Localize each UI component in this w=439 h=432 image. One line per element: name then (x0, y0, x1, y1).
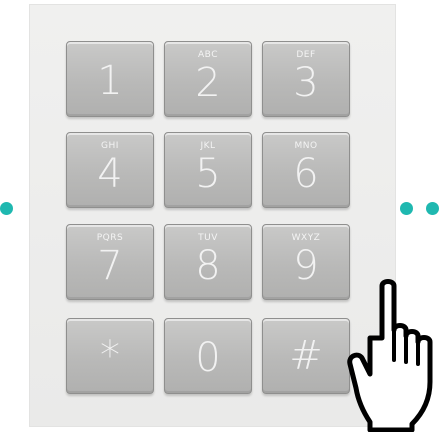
key-letters: DEF (296, 50, 316, 60)
key-digit: 8 (195, 243, 221, 289)
key-digit: 0 (195, 335, 221, 381)
key-0[interactable]: 0 (164, 318, 252, 394)
accent-dot-left (0, 202, 13, 215)
key-letters: TUV (198, 233, 218, 243)
key-2[interactable]: ABC 2 (164, 41, 252, 117)
key-7[interactable]: PQRS 7 (66, 224, 154, 300)
key-hash[interactable]: # (262, 318, 350, 394)
key-4[interactable]: GHI 4 (66, 132, 154, 208)
key-letters: WXYZ (291, 233, 321, 243)
accent-dot-right-2 (426, 202, 439, 215)
key-digit: 9 (293, 243, 319, 289)
key-digit: 7 (97, 243, 123, 289)
key-digit: 1 (97, 58, 123, 104)
key-6[interactable]: MNO 6 (262, 132, 350, 208)
key-star[interactable]: * (66, 318, 154, 394)
key-digit: # (289, 333, 323, 379)
key-1[interactable]: 1 (66, 41, 154, 117)
key-digit: 3 (293, 60, 319, 106)
key-letters: ABC (198, 50, 218, 60)
key-letters: MNO (294, 141, 318, 151)
accent-dot-right-1 (400, 202, 413, 215)
key-letters: GHI (101, 141, 119, 151)
key-digit: 2 (195, 60, 221, 106)
key-letters: PQRS (96, 233, 124, 243)
key-3[interactable]: DEF 3 (262, 41, 350, 117)
key-digit: * (100, 333, 120, 379)
key-letters: JKL (200, 141, 216, 151)
key-digit: 5 (195, 151, 221, 197)
key-8[interactable]: TUV 8 (164, 224, 252, 300)
key-digit: 4 (97, 151, 123, 197)
key-5[interactable]: JKL 5 (164, 132, 252, 208)
pointing-hand-icon (347, 279, 433, 432)
scene: 1 ABC 2 DEF 3 GHI 4 JKL 5 MNO 6 PQRS 7 T… (0, 0, 439, 432)
key-9[interactable]: WXYZ 9 (262, 224, 350, 300)
key-digit: 6 (293, 151, 319, 197)
